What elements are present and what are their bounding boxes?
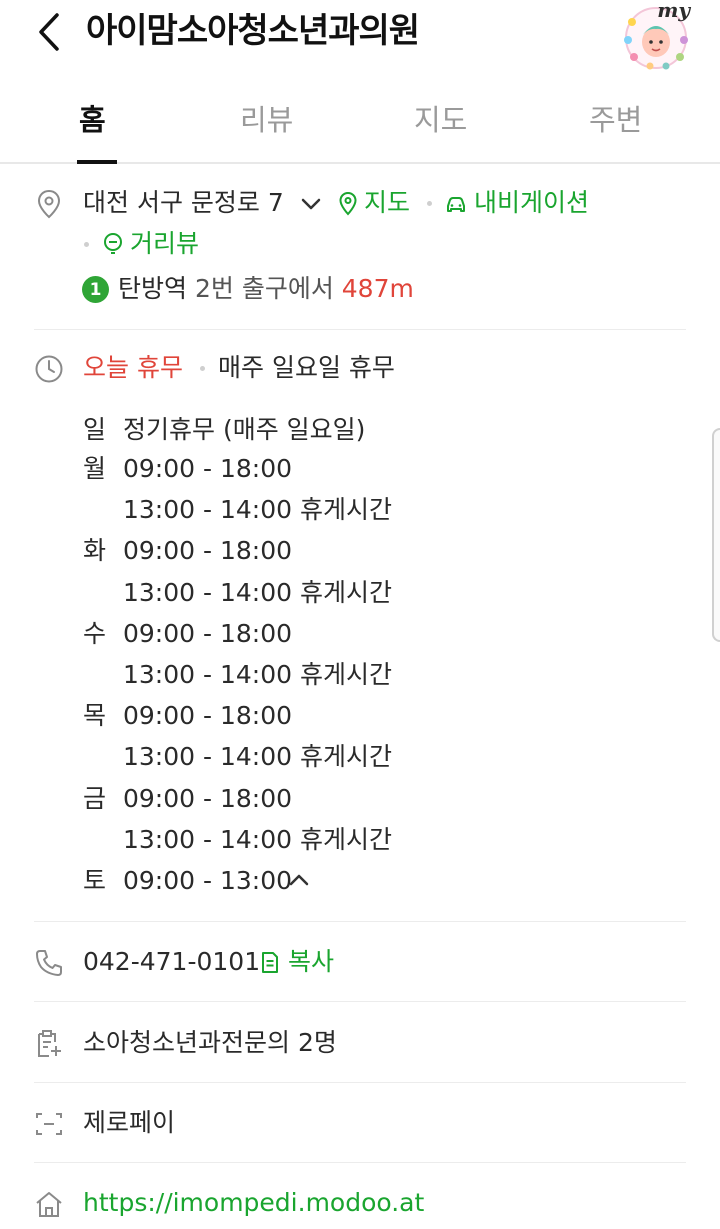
day-label-sat: 토 [83, 866, 107, 895]
tab-review[interactable]: 리뷰 [240, 100, 293, 140]
subway-line-badge: 1 [82, 276, 109, 303]
payment-method: 제로페이 [83, 1108, 176, 1137]
section-divider [34, 1082, 686, 1083]
section-divider [34, 1001, 686, 1002]
map-pin-icon [339, 191, 357, 216]
hours-fri-open: 09:00 - 18:00 [123, 784, 293, 813]
avatar-badge-text: my [657, 0, 690, 22]
home-icon [36, 1192, 62, 1217]
clock-icon [35, 355, 63, 383]
medical-clipboard-icon [38, 1030, 61, 1057]
subway-station: 탄방역 2번 출구에서 487m [118, 272, 414, 306]
hours-mon-break: 13:00 - 14:00 휴게시간 [123, 495, 392, 524]
active-tab-indicator [77, 160, 117, 164]
day-label-fri: 금 [83, 784, 107, 813]
hours-tue-open: 09:00 - 18:00 [123, 536, 293, 565]
hours-thu-break: 13:00 - 14:00 휴게시간 [123, 742, 392, 771]
hours-fri-break: 13:00 - 14:00 휴게시간 [123, 825, 392, 854]
exit-text: 2번 출구에서 [194, 274, 334, 303]
navigation-link[interactable]: 내비게이션 [474, 186, 589, 220]
hours-sun: 정기휴무 (매주 일요일) [123, 415, 366, 444]
separator-dot [200, 366, 205, 371]
hours-summary: 매주 일요일 휴무 [218, 353, 395, 382]
location-pin-icon [37, 189, 61, 219]
copy-button[interactable]: 복사 [288, 945, 334, 979]
day-label-mon: 월 [83, 454, 107, 483]
station-name: 탄방역 [118, 274, 188, 303]
streetview-link[interactable]: 거리뷰 [130, 227, 199, 261]
map-link[interactable]: 지도 [364, 186, 410, 220]
section-divider [34, 1162, 686, 1163]
navigation-car-icon [447, 197, 465, 212]
copy-icon [262, 952, 278, 973]
hours-sat-open: 09:00 - 13:00 [123, 866, 293, 895]
doctors-info: 소아청소년과전문의 2명 [83, 1028, 337, 1057]
address-text[interactable]: 대전 서구 문정로 7 [83, 186, 284, 220]
pay-scan-icon [36, 1113, 62, 1135]
hours-wed-break: 13:00 - 14:00 휴게시간 [123, 660, 392, 689]
phone-number[interactable]: 042-471-0101 [83, 945, 260, 979]
back-button[interactable] [30, 12, 70, 52]
hours-status: 오늘 휴무 [83, 353, 183, 382]
hours-tue-break: 13:00 - 14:00 휴게시간 [123, 578, 392, 607]
day-label-sun: 일 [83, 415, 107, 444]
scrollbar-handle[interactable] [712, 428, 720, 642]
chevron-down-icon[interactable] [300, 196, 322, 212]
distance: 487m [341, 274, 414, 303]
chevron-up-icon[interactable] [288, 872, 310, 888]
tab-bar: 홈 리뷰 지도 주변 [0, 92, 720, 164]
separator-dot [427, 201, 432, 206]
day-label-thu: 목 [83, 701, 107, 730]
phone-icon [36, 950, 62, 976]
tab-home[interactable]: 홈 [79, 100, 106, 140]
day-label-tue: 화 [83, 536, 107, 565]
hours-wed-open: 09:00 - 18:00 [123, 619, 293, 648]
place-detail-screen: 아이맘소아청소년과의원 my 홈 리뷰 지도 주변 대전 서구 문정로 7 지도… [0, 0, 720, 1229]
hours-mon-open: 09:00 - 18:00 [123, 454, 293, 483]
tab-nearby[interactable]: 주변 [589, 100, 642, 140]
separator-dot [84, 242, 89, 247]
day-label-wed: 수 [83, 619, 107, 648]
tab-map[interactable]: 지도 [414, 100, 467, 140]
hours-thu-open: 09:00 - 18:00 [123, 701, 293, 730]
streetview-pin-icon [104, 233, 122, 254]
chevron-left-icon [39, 13, 59, 51]
avatar[interactable]: my [618, 0, 694, 70]
section-divider [34, 329, 686, 330]
section-divider [34, 921, 686, 922]
page-title: 아이맘소아청소년과의원 [86, 11, 420, 51]
homepage-link[interactable]: https://imompedi.modoo.at [83, 1186, 424, 1220]
